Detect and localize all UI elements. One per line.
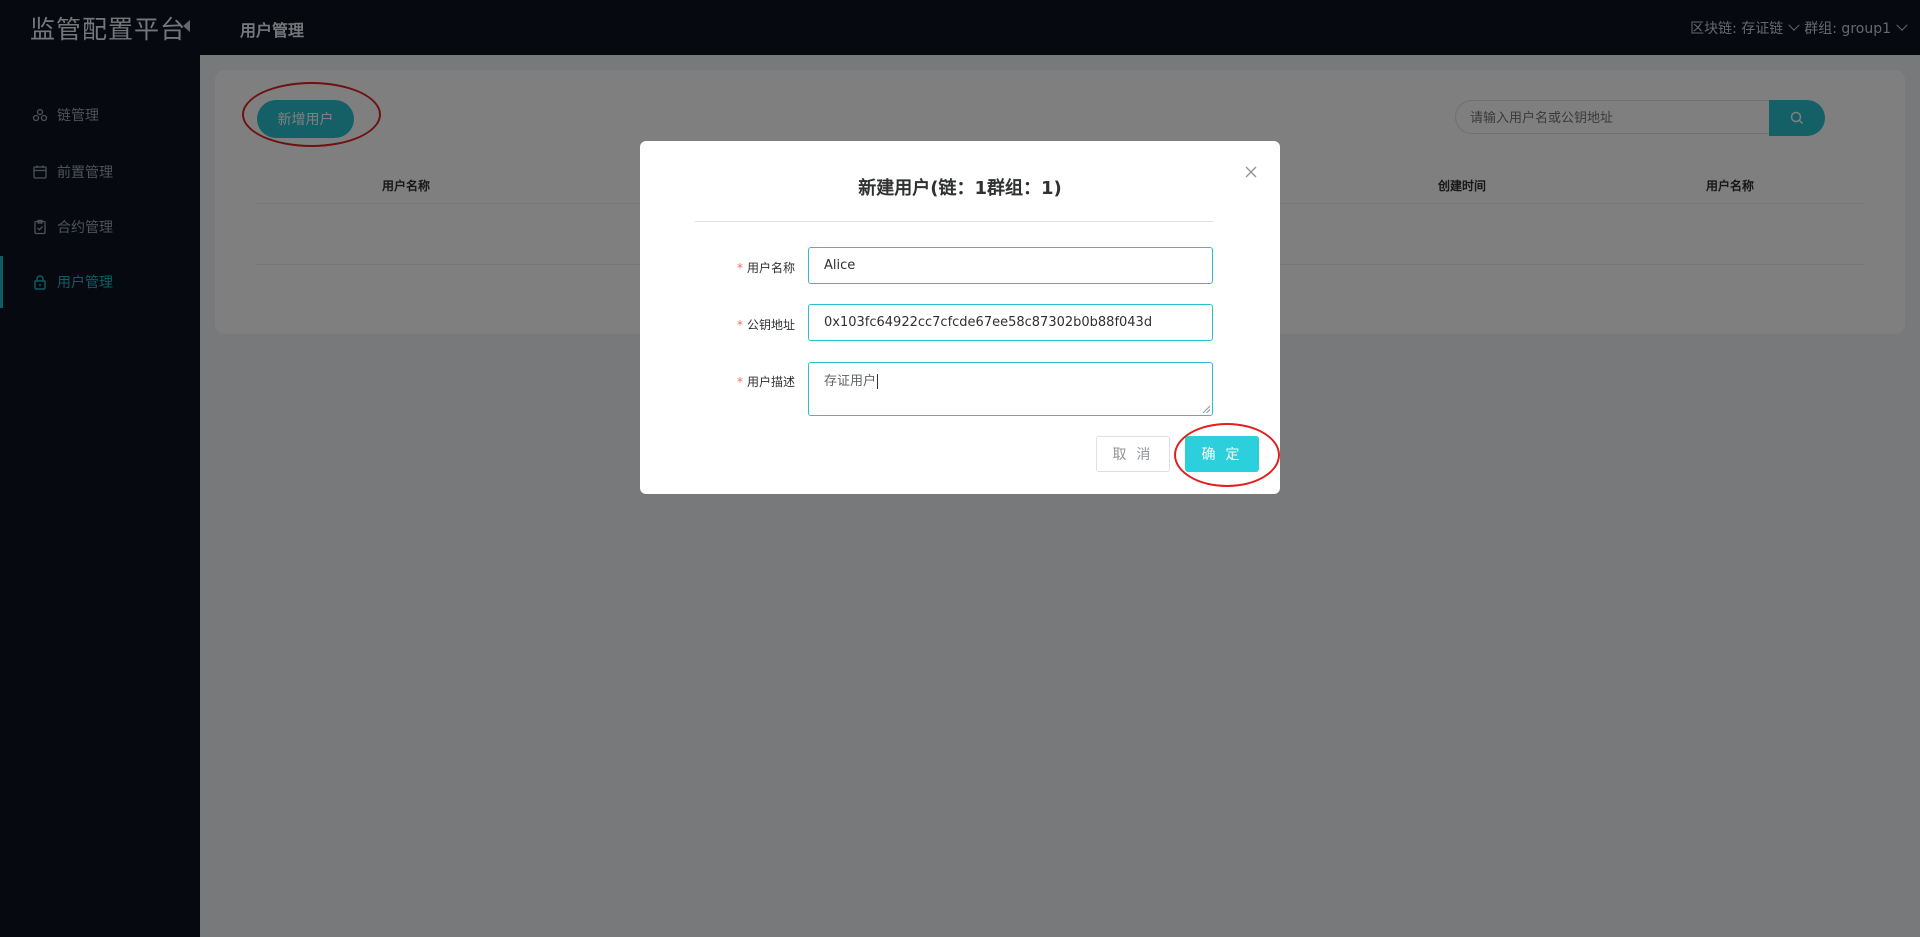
public-key-field[interactable]: 0x103fc64922cc7cfcde67ee58c87302b0b88f04… xyxy=(808,304,1213,341)
required-mark: * xyxy=(736,261,743,275)
annotation-circle xyxy=(1174,423,1280,487)
close-icon[interactable] xyxy=(1244,165,1258,179)
dialog-divider xyxy=(695,221,1213,222)
username-field[interactable]: Alice xyxy=(808,247,1213,284)
dialog-title: 新建用户(链：1群组：1) xyxy=(858,178,1062,199)
text-cursor xyxy=(877,374,879,389)
resize-handle-icon[interactable] xyxy=(1202,405,1210,413)
public-key-value: 0x103fc64922cc7cfcde67ee58c87302b0b88f04… xyxy=(824,315,1153,330)
description-value: 存证用户 xyxy=(824,374,877,389)
description-textarea[interactable]: 存证用户 xyxy=(808,362,1213,416)
required-mark: * xyxy=(736,375,743,389)
public-key-label-text: 公钥地址 xyxy=(746,318,795,332)
username-label: * 用户名称 xyxy=(640,259,795,276)
username-label-text: 用户名称 xyxy=(746,261,795,275)
description-label: * 用户描述 xyxy=(640,373,795,390)
username-value: Alice xyxy=(824,258,856,273)
description-label-text: 用户描述 xyxy=(746,375,795,389)
public-key-label: * 公钥地址 xyxy=(640,316,795,333)
cancel-button[interactable]: 取 消 xyxy=(1096,436,1170,472)
required-mark: * xyxy=(736,318,743,332)
